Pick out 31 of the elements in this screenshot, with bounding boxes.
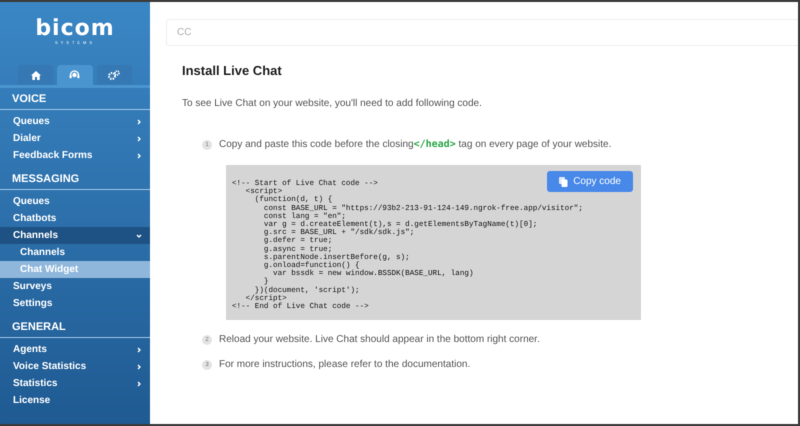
sidebar-item[interactable]: License	[0, 392, 150, 409]
sidebar-item[interactable]: Dialer	[0, 130, 150, 147]
sidebar-tab[interactable]	[57, 65, 93, 85]
copy-icon	[559, 176, 568, 186]
section-header: GENERAL	[0, 316, 150, 338]
sidebar-item[interactable]: Feedback Forms	[0, 147, 150, 164]
gears-icon	[108, 70, 120, 80]
logo-wordmark: bicom	[35, 18, 115, 40]
sidebar-item[interactable]: Settings	[0, 295, 150, 312]
intro-text: To see Live Chat on your website, you'll need to add following code.	[182, 98, 483, 109]
sidebar-item[interactable]: Statistics	[0, 375, 150, 392]
step-text: Copy and paste this code before the closing</head> tag on every page of your website.	[219, 139, 612, 150]
step-text: For more instructions, please refer to the documentation.	[219, 359, 470, 370]
search-field[interactable]: CC	[166, 19, 798, 46]
sidebar-item[interactable]: Queues	[0, 193, 150, 210]
sidebar-item[interactable]: Queues	[0, 113, 150, 130]
sidebar-item[interactable]: Chatbots	[0, 210, 150, 227]
sidebar-tab[interactable]	[18, 65, 54, 85]
sidebar-tab[interactable]	[96, 65, 132, 85]
home-icon	[30, 70, 41, 80]
sidebar-subitem[interactable]: Channels	[0, 244, 150, 261]
headset-icon	[69, 70, 80, 80]
sidebar-item[interactable]: Voice Statistics	[0, 358, 150, 375]
sidebar-item[interactable]: Surveys	[0, 278, 150, 295]
sidebar-item[interactable]: Channels	[0, 227, 150, 244]
step-text: Reload your website. Live Chat should appear in the bottom right corner.	[219, 334, 540, 346]
copy-code-button[interactable]: Copy code	[547, 171, 633, 192]
section-header: VOICE	[0, 88, 150, 110]
section-header: MESSAGING	[0, 168, 150, 190]
page-title: Install Live Chat	[182, 63, 283, 78]
sidebar-item[interactable]: Agents	[0, 341, 150, 358]
